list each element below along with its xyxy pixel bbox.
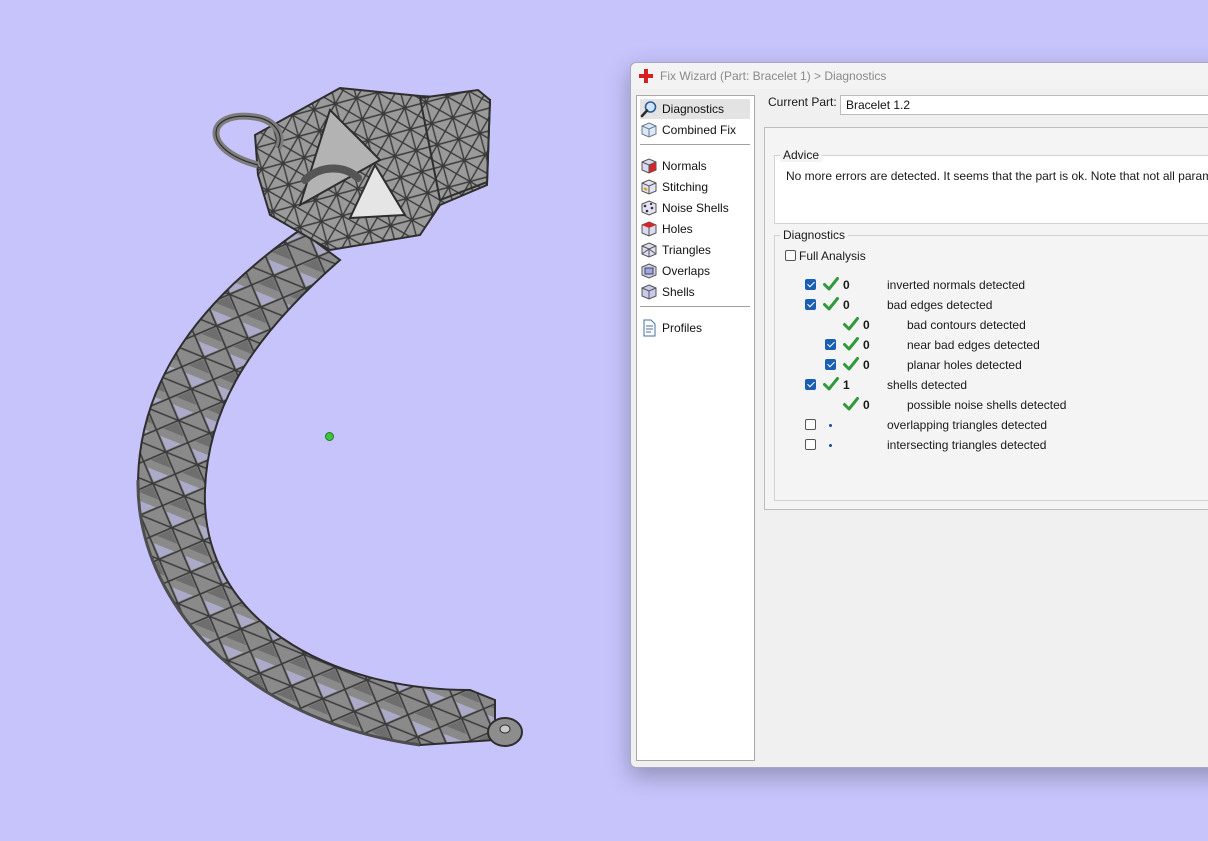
current-part-field[interactable] xyxy=(840,95,1208,115)
diagnostic-label: planar holes detected xyxy=(907,358,1022,372)
magnifier-icon xyxy=(640,100,658,118)
current-part-label: Current Part: xyxy=(768,95,837,109)
sidebar-item-shells[interactable]: Shells xyxy=(640,282,750,302)
3d-viewport[interactable] xyxy=(0,0,620,838)
diagnostic-count: 0 xyxy=(863,338,870,352)
pending-dot-icon xyxy=(829,424,832,427)
sidebar-item-label: Combined Fix xyxy=(662,123,737,137)
sidebar-item-diagnostics[interactable]: Diagnostics xyxy=(640,99,750,119)
pending-dot-icon xyxy=(829,444,832,447)
sidebar-item-stitching[interactable]: Stitching xyxy=(640,177,750,197)
diagnostic-label: overlapping triangles detected xyxy=(887,418,1048,432)
diagnostic-count: 0 xyxy=(843,298,850,312)
advice-title: Advice xyxy=(780,148,823,162)
red-cross-icon xyxy=(639,69,653,83)
normals-icon xyxy=(640,157,658,175)
check-ok-icon xyxy=(843,357,859,371)
diagnostic-count: 0 xyxy=(863,318,870,332)
sidebar-item-label: Overlaps xyxy=(662,264,711,278)
planar-holes-detected-checkbox[interactable] xyxy=(825,359,836,370)
stitching-icon xyxy=(640,178,658,196)
cube-icon xyxy=(640,121,658,139)
diagnostic-label: bad edges detected xyxy=(887,298,993,312)
bracelet-model xyxy=(136,86,523,747)
diagnostic-label: inverted normals detected xyxy=(887,278,1026,292)
pivot-point xyxy=(325,432,334,441)
sidebar-item-label: Profiles xyxy=(662,321,703,335)
diagnostic-label: possible noise shells detected xyxy=(907,398,1067,412)
check-ok-icon xyxy=(843,317,859,331)
check-ok-icon xyxy=(823,377,839,391)
bad-edges-detected-checkbox[interactable] xyxy=(805,299,816,310)
sidebar-item-profiles[interactable]: Profiles xyxy=(640,318,750,338)
advice-text: No more errors are detected. It seems th… xyxy=(786,169,1208,183)
sidebar-item-noise-shells[interactable]: Noise Shells xyxy=(640,198,750,218)
inverted-normals-detected-checkbox[interactable] xyxy=(805,279,816,290)
fix-wizard-window: Fix Wizard (Part: Bracelet 1) > Diagnost… xyxy=(630,62,1208,768)
check-ok-icon xyxy=(823,297,839,311)
advice-group xyxy=(774,155,1208,224)
sidebar-item-normals[interactable]: Normals xyxy=(640,156,750,176)
document-icon xyxy=(640,319,658,337)
diagnostic-count: 0 xyxy=(863,398,870,412)
sidebar-item-label: Noise Shells xyxy=(662,201,729,215)
title-bar[interactable]: Fix Wizard (Part: Bracelet 1) > Diagnost… xyxy=(631,63,1208,89)
wizard-sidebar: Diagnostics Combined Fix Normals Stitching N… xyxy=(636,95,755,761)
sidebar-item-label: Holes xyxy=(662,222,693,236)
diagnostic-count: 1 xyxy=(843,378,850,392)
check-ok-icon xyxy=(823,277,839,291)
diagnostic-label: shells detected xyxy=(887,378,968,392)
check-ok-icon xyxy=(843,397,859,411)
diagnostic-count: 0 xyxy=(843,278,850,292)
overlaps-icon xyxy=(640,262,658,280)
shells-detected-checkbox[interactable] xyxy=(805,379,816,390)
diagnostics-title: Diagnostics xyxy=(780,228,849,242)
sidebar-divider xyxy=(640,144,750,145)
sidebar-divider xyxy=(640,306,750,307)
triangles-icon xyxy=(640,241,658,259)
diagnostic-label: intersecting triangles detected xyxy=(887,438,1047,452)
sidebar-item-overlaps[interactable]: Overlaps xyxy=(640,261,750,281)
sidebar-item-combined-fix[interactable]: Combined Fix xyxy=(640,120,750,140)
near-bad-edges-detected-checkbox[interactable] xyxy=(825,339,836,350)
full-analysis-checkbox[interactable] xyxy=(785,250,796,261)
sidebar-item-label: Stitching xyxy=(662,180,709,194)
sidebar-item-label: Normals xyxy=(662,159,707,173)
shells-icon xyxy=(640,283,658,301)
diagnostic-label: near bad edges detected xyxy=(907,338,1040,352)
holes-icon xyxy=(640,220,658,238)
diagnostic-label: bad contours detected xyxy=(907,318,1026,332)
full-analysis-label: Full Analysis xyxy=(799,249,866,263)
sidebar-item-label: Triangles xyxy=(662,243,711,257)
noise-shells-icon xyxy=(640,199,658,217)
sidebar-item-label: Diagnostics xyxy=(662,102,725,116)
sidebar-item-label: Shells xyxy=(662,285,695,299)
diagnostic-count: 0 xyxy=(863,358,870,372)
overlapping-triangles-detected-checkbox[interactable] xyxy=(805,419,816,430)
sidebar-item-holes[interactable]: Holes xyxy=(640,219,750,239)
check-ok-icon xyxy=(843,337,859,351)
sidebar-item-triangles[interactable]: Triangles xyxy=(640,240,750,260)
intersecting-triangles-detected-checkbox[interactable] xyxy=(805,439,816,450)
window-title: Fix Wizard (Part: Bracelet 1) > Diagnost… xyxy=(660,69,887,83)
